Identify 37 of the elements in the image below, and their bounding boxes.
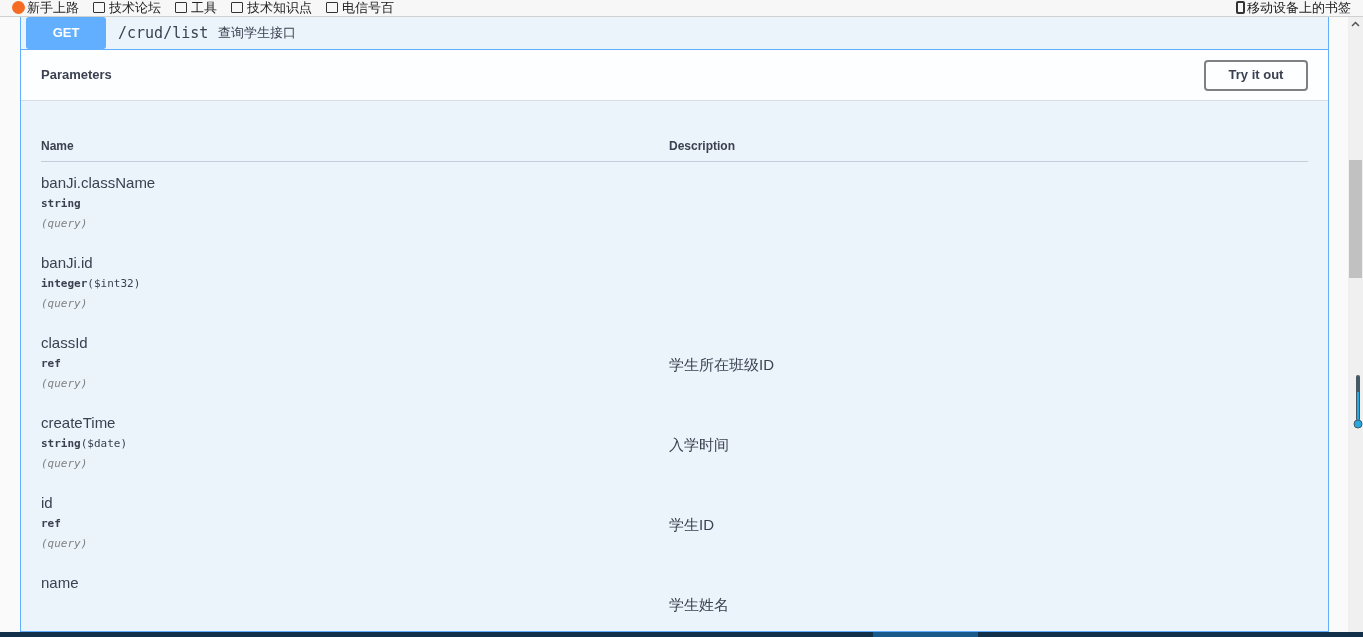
parameter-location: (query)	[41, 377, 88, 391]
bookmark-link[interactable]: 新手上路	[27, 0, 79, 16]
parameter-name: classId	[41, 333, 88, 353]
bookmark-link[interactable]: 移动设备上的书签	[1247, 0, 1351, 16]
parameter-type: string($date)	[41, 437, 128, 451]
parameter-type: integer($int32)	[41, 277, 141, 291]
bookmark-link[interactable]: 技术论坛	[109, 0, 161, 16]
parameter-name: name	[41, 573, 79, 593]
scrollbar[interactable]	[1348, 17, 1363, 632]
scroll-up-icon[interactable]	[1351, 21, 1360, 27]
parameter-type: ref	[41, 517, 61, 531]
parameter-type: ref	[41, 357, 61, 371]
parameter-description: 学生姓名	[669, 594, 729, 615]
try-it-out-button[interactable]: Try it out	[1204, 59, 1308, 91]
section-title: Parameters	[41, 66, 112, 85]
parameter-name: createTime	[41, 413, 116, 433]
thermometer-icon	[1353, 374, 1363, 430]
parameter-location: (query)	[41, 457, 88, 471]
parameter-location: (query)	[41, 537, 88, 551]
parameter-name: banJi.id	[41, 253, 93, 273]
bookmark-link[interactable]: 电信号百	[342, 0, 394, 16]
bookmark-link[interactable]: 技术知识点	[247, 0, 312, 16]
column-header: Description	[669, 138, 735, 155]
endpoint-summary: 查询学生接口	[218, 24, 297, 43]
scroll-thumb[interactable]	[1349, 160, 1362, 278]
parameter-name: id	[41, 493, 53, 513]
column-header: Name	[41, 138, 75, 155]
phone-icon[interactable]	[1236, 1, 1245, 14]
endpoint-path[interactable]: /crud/list	[118, 21, 209, 45]
parameter-description: 入学时间	[669, 434, 729, 455]
parameter-description: 学生ID	[669, 514, 714, 535]
parameter-location: (query)	[41, 217, 88, 231]
parameter-location: (query)	[41, 297, 88, 311]
parameter-description: 学生所在班级ID	[669, 354, 774, 375]
bookmark-link[interactable]: 工具	[191, 0, 217, 16]
parameter-type: string	[41, 197, 81, 211]
parameter-name: banJi.className	[41, 173, 156, 193]
